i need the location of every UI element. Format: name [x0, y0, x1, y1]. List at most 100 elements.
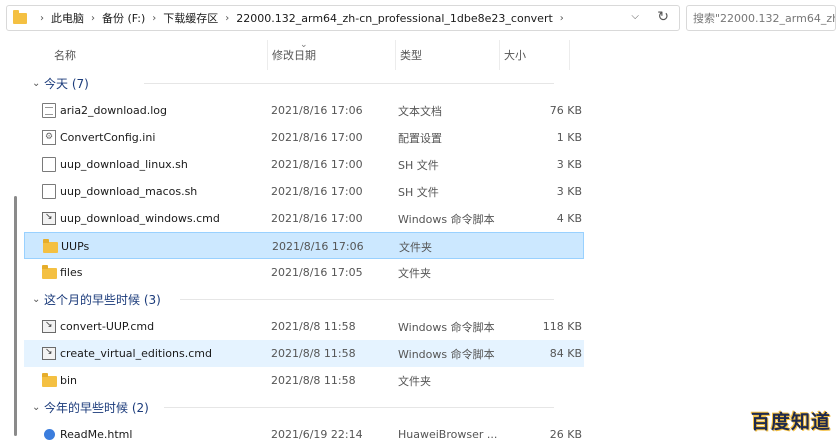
table-row[interactable]: uup_download_windows.cmd 2021/8/16 17:00… — [24, 205, 584, 232]
file-date: 2021/8/16 17:05 — [271, 266, 363, 279]
table-row[interactable]: aria2_download.log 2021/8/16 17:06 文本文档 … — [24, 97, 584, 124]
chevron-down-icon[interactable]: ⌄ — [32, 294, 40, 305]
breadcrumb-current-folder[interactable]: 22000.132_arm64_zh-cn_professional_1dbe8… — [236, 12, 553, 25]
address-bar[interactable]: › 此电脑 › 备份 (F:) › 下载缓存区 › 22000.132_arm6… — [6, 5, 680, 31]
file-size — [502, 259, 582, 286]
file-name: aria2_download.log — [60, 104, 168, 117]
address-row: › 此电脑 › 备份 (F:) › 下载缓存区 › 22000.132_arm6… — [0, 0, 838, 36]
file-size — [502, 233, 582, 260]
file-date: 2021/6/19 22:14 — [271, 428, 363, 440]
file-type: 文件夹 — [398, 374, 431, 388]
cmd-script-icon — [42, 320, 56, 333]
table-row[interactable]: files 2021/8/16 17:05 文件夹 — [24, 259, 584, 286]
column-size[interactable]: 大小 — [502, 40, 570, 70]
file-name: files — [60, 266, 83, 279]
file-name: ConvertConfig.ini — [60, 131, 156, 144]
text-file-icon — [42, 103, 56, 118]
file-type: Windows 命令脚本 — [398, 320, 495, 334]
folder-icon — [13, 9, 27, 24]
divider — [144, 83, 554, 84]
search-input[interactable]: 搜索"22000.132_arm64_zh-c... — [686, 5, 836, 31]
refresh-icon[interactable]: ↻ — [657, 9, 669, 25]
file-size: 26 KB — [549, 428, 582, 440]
file-name: UUPs — [61, 240, 90, 253]
file-date: 2021/8/16 17:00 — [271, 212, 363, 225]
table-row[interactable]: ReadMe.html 2021/6/19 22:14 HuaweiBrowse… — [24, 421, 584, 440]
file-date: 2021/8/16 17:06 — [271, 104, 363, 117]
group-header-earlier-this-month[interactable]: ⌄ 这个月的早些时候 (3) — [24, 286, 584, 313]
column-type[interactable]: 类型 — [398, 40, 500, 70]
chevron-down-icon[interactable]: ⌄ — [32, 78, 40, 89]
file-type: SH 文件 — [398, 158, 439, 172]
file-list: ⌄ 今天 (7) aria2_download.log 2021/8/16 17… — [24, 70, 584, 440]
file-date: 2021/8/8 11:58 — [271, 374, 356, 387]
chevron-right-icon[interactable]: › — [91, 13, 95, 24]
cmd-script-icon — [42, 347, 56, 360]
file-type: 配置设置 — [398, 131, 442, 145]
chevron-right-icon[interactable]: › — [40, 13, 44, 24]
file-name: bin — [60, 374, 78, 387]
group-header-earlier-this-year[interactable]: ⌄ 今年的早些时候 (2) — [24, 394, 584, 421]
breadcrumb: 此电脑 › 备份 (F:) › 下载缓存区 › 22000.132_arm64_… — [51, 10, 571, 26]
watermark-text: 百度知道 — [750, 410, 831, 433]
file-name: uup_download_windows.cmd — [60, 212, 220, 225]
file-type: HuaweiBrowser ... — [398, 428, 498, 440]
config-file-icon — [42, 130, 56, 145]
file-date: 2021/8/8 11:58 — [271, 320, 356, 333]
divider — [180, 299, 554, 300]
file-type: 文本文档 — [398, 104, 442, 118]
file-type: SH 文件 — [398, 185, 439, 199]
file-date: 2021/8/8 11:58 — [271, 347, 356, 360]
group-label: 这个月的早些时候 (3) — [44, 293, 161, 307]
file-name: convert-UUP.cmd — [60, 320, 155, 333]
group-label: 今年的早些时候 (2) — [44, 401, 149, 415]
divider — [164, 407, 554, 408]
breadcrumb-this-pc[interactable]: 此电脑 — [51, 10, 84, 26]
chevron-right-icon[interactable]: › — [152, 13, 156, 24]
table-row[interactable]: convert-UUP.cmd 2021/8/8 11:58 Windows 命… — [24, 313, 584, 340]
group-label: 今天 (7) — [44, 77, 89, 91]
table-row-hover[interactable]: create_virtual_editions.cmd 2021/8/8 11:… — [24, 340, 584, 367]
table-row-selected[interactable]: UUPs 2021/8/16 17:06 文件夹 — [24, 232, 584, 259]
table-row[interactable]: bin 2021/8/8 11:58 文件夹 — [24, 367, 584, 394]
file-size — [502, 367, 582, 394]
cmd-script-icon — [42, 212, 56, 225]
file-date: 2021/8/16 17:06 — [272, 240, 364, 253]
column-name[interactable]: 名称 — [52, 40, 268, 70]
sort-chevron-icon: ⌄ — [300, 40, 308, 50]
chevron-down-icon[interactable]: ⌄ — [32, 402, 40, 413]
file-name: uup_download_macos.sh — [60, 185, 198, 198]
file-size: 84 KB — [549, 347, 582, 360]
folder-icon — [43, 239, 58, 253]
chevron-right-icon[interactable]: › — [225, 13, 229, 24]
file-name: create_virtual_editions.cmd — [60, 347, 212, 360]
file-type: Windows 命令脚本 — [398, 347, 495, 361]
file-type: 文件夹 — [399, 240, 432, 254]
breadcrumb-drive-f[interactable]: 备份 (F:) — [102, 10, 145, 26]
file-name: uup_download_linux.sh — [60, 158, 188, 171]
file-date: 2021/8/16 17:00 — [271, 131, 363, 144]
table-row[interactable]: uup_download_linux.sh 2021/8/16 17:00 SH… — [24, 151, 584, 178]
column-date-modified[interactable]: 修改日期 — [270, 40, 396, 70]
table-row[interactable]: ConvertConfig.ini 2021/8/16 17:00 配置设置 1… — [24, 124, 584, 151]
breadcrumb-download-cache[interactable]: 下载缓存区 — [163, 10, 218, 26]
file-icon — [42, 157, 56, 172]
watermark-logo: 百度知道 — [748, 404, 834, 436]
file-name: ReadMe.html — [60, 428, 133, 440]
file-date: 2021/8/16 17:00 — [271, 185, 363, 198]
file-size: 76 KB — [549, 104, 582, 117]
file-size: 3 KB — [556, 158, 582, 171]
scrollbar[interactable] — [14, 196, 17, 436]
group-header-today[interactable]: ⌄ 今天 (7) — [24, 70, 584, 97]
html-file-icon — [44, 429, 55, 440]
file-type: Windows 命令脚本 — [398, 212, 495, 226]
chevron-right-icon[interactable]: › — [560, 13, 564, 24]
folder-icon — [42, 265, 57, 279]
file-size: 118 KB — [542, 320, 582, 333]
file-size: 1 KB — [556, 131, 582, 144]
file-size: 4 KB — [556, 212, 582, 225]
file-size: 3 KB — [556, 185, 582, 198]
table-row[interactable]: uup_download_macos.sh 2021/8/16 17:00 SH… — [24, 178, 584, 205]
navigation-pane-edge — [0, 36, 24, 440]
chevron-down-icon[interactable]: ⌵ — [631, 11, 639, 22]
